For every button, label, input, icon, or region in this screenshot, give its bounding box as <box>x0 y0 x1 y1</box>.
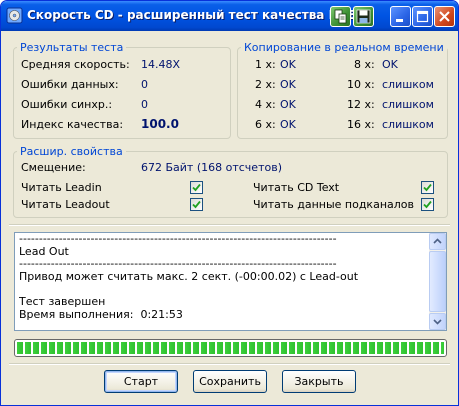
read-subchannels-checkbox[interactable] <box>421 198 434 211</box>
log-line: ----------------------------------------… <box>19 258 337 271</box>
scroll-up-icon <box>433 238 442 244</box>
copy-result: OK <box>280 118 296 131</box>
checkmark-icon <box>192 200 201 209</box>
copy-speed-label: 4 x: <box>255 98 276 111</box>
vertical-scrollbar[interactable] <box>429 233 446 330</box>
offset-label: Смещение: <box>21 161 86 174</box>
progress-bar <box>14 339 447 357</box>
log-line: Время выполнения: 0:21:53 <box>19 308 183 321</box>
copy-speed-label: 16 x: <box>347 118 375 131</box>
read-leadin-checkbox[interactable] <box>190 181 203 194</box>
copy-result: слишком <box>382 78 434 91</box>
sync-errors-value: 0 <box>141 98 148 111</box>
save-button[interactable]: Сохранить <box>193 370 267 393</box>
scroll-thumb[interactable] <box>429 251 446 312</box>
copy-result: слишком <box>382 118 434 131</box>
copy-speed-label: 6 x: <box>255 118 276 131</box>
checkmark-icon <box>423 200 432 209</box>
read-leadin-label: Читать Leadin <box>21 181 102 194</box>
avg-speed-value: 14.48X <box>141 58 181 71</box>
copy-speed-label: 8 x: <box>354 58 375 71</box>
checkmark-icon <box>423 183 432 192</box>
read-cdtext-checkbox[interactable] <box>421 181 434 194</box>
copy-result: OK <box>382 58 398 71</box>
app-window: Скорость CD - расширенный тест качества … <box>0 0 459 406</box>
close-dialog-button[interactable]: Закрыть <box>282 370 356 393</box>
scroll-down-icon <box>433 319 442 325</box>
quality-index-label: Индекс качества: <box>21 118 124 131</box>
window-title: Скорость CD - расширенный тест качества … <box>27 8 357 22</box>
copy-result: OK <box>280 78 296 91</box>
copy-speed-label: 12 x: <box>347 98 375 111</box>
copy-speed-label: 10 x: <box>347 78 375 91</box>
offset-value: 672 Байт (168 отсчетов) <box>141 161 282 174</box>
copy-result: слишком <box>382 98 434 111</box>
log-textbox[interactable]: ----------------------------------------… <box>14 232 447 331</box>
log-line: Тест завершен <box>19 295 106 308</box>
read-cdtext-label: Читать CD Text <box>253 181 340 194</box>
properties-legend: Расшир. свойства <box>20 145 123 158</box>
data-errors-value: 0 <box>141 78 148 91</box>
scroll-down-button[interactable] <box>429 313 446 330</box>
maximize-button[interactable] <box>412 6 433 27</box>
start-button[interactable]: Старт <box>104 370 178 393</box>
separator <box>9 363 450 365</box>
progress-fill <box>17 342 444 354</box>
minimize-button[interactable] <box>390 6 411 27</box>
read-subchannels-label: Читать данные подканалов <box>253 198 414 211</box>
checkmark-icon <box>192 183 201 192</box>
data-errors-label: Ошибки данных: <box>21 78 119 91</box>
results-legend: Результаты теста <box>20 41 124 54</box>
close-button[interactable] <box>434 6 455 27</box>
copy-result: OK <box>280 58 296 71</box>
quality-index-value: 100.0 <box>141 117 179 131</box>
copy-speed-label: 2 x: <box>255 78 276 91</box>
copy-speed-label: 1 x: <box>255 58 276 71</box>
read-leadout-checkbox[interactable] <box>190 198 203 211</box>
copy-button[interactable] <box>330 6 351 27</box>
realtime-copy-legend: Копирование в реальном времени <box>244 41 444 54</box>
sync-errors-label: Ошибки синхр.: <box>21 98 113 111</box>
copy-result: OK <box>280 98 296 111</box>
log-line: ----------------------------------------… <box>19 233 337 245</box>
avg-speed-label: Средняя скорость: <box>21 58 130 71</box>
log-line: Привод может считать макс. 2 сект. (-00:… <box>19 270 359 283</box>
read-leadout-label: Читать Leadout <box>21 198 110 211</box>
title-bar[interactable]: Скорость CD - расширенный тест качества … <box>1 1 458 31</box>
scroll-up-button[interactable] <box>429 233 446 250</box>
save-title-button[interactable] <box>353 6 374 27</box>
separator <box>9 224 450 226</box>
app-icon <box>6 7 23 24</box>
log-line: Lead Out <box>19 245 69 258</box>
log-text: ----------------------------------------… <box>19 233 427 321</box>
